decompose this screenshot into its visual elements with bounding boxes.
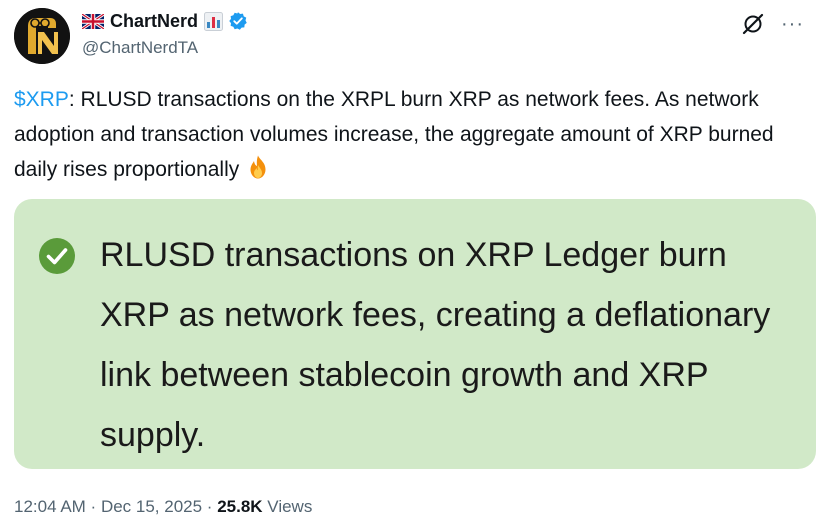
tweet-footer: 12:04 AM · Dec 15, 2025 · 25.8K Views: [14, 497, 312, 517]
footer-separator: ·: [202, 497, 218, 516]
name-row: ChartNerd: [82, 10, 248, 32]
grok-icon[interactable]: [741, 12, 765, 36]
card-text: RLUSD transactions on XRP Ledger burn XR…: [100, 236, 771, 454]
user-block: ChartNerd @ChartNerdTA: [82, 10, 248, 58]
tweet-body: : RLUSD transactions on the XRPL burn XR…: [14, 88, 774, 181]
footer-separator: ·: [85, 497, 101, 516]
tweet-date[interactable]: Dec 15, 2025: [101, 497, 202, 516]
cashtag-link[interactable]: $XRP: [14, 88, 69, 111]
handle[interactable]: @ChartNerdTA: [82, 38, 248, 58]
check-mark-icon: [39, 238, 75, 274]
chartnerd-avatar-icon: [14, 8, 70, 64]
highlight-card: RLUSD transactions on XRP Ledger burn XR…: [14, 199, 816, 469]
avatar[interactable]: [14, 8, 70, 64]
more-options-icon[interactable]: ···: [781, 14, 804, 34]
bar-chart-icon: [204, 11, 224, 31]
display-name[interactable]: ChartNerd: [110, 11, 198, 32]
uk-flag-icon: [82, 13, 104, 29]
views-count[interactable]: 25.8K: [217, 497, 262, 516]
top-actions: ···: [741, 12, 804, 36]
fire-icon: [250, 155, 266, 179]
views-label: Views: [262, 497, 313, 516]
tweet-header: ChartNerd @ChartNerdTA ···: [14, 8, 814, 64]
verified-badge-icon: [229, 12, 247, 30]
tweet-time[interactable]: 12:04 AM: [14, 497, 86, 516]
tweet-text: $XRP: RLUSD transactions on the XRPL bur…: [14, 82, 804, 187]
